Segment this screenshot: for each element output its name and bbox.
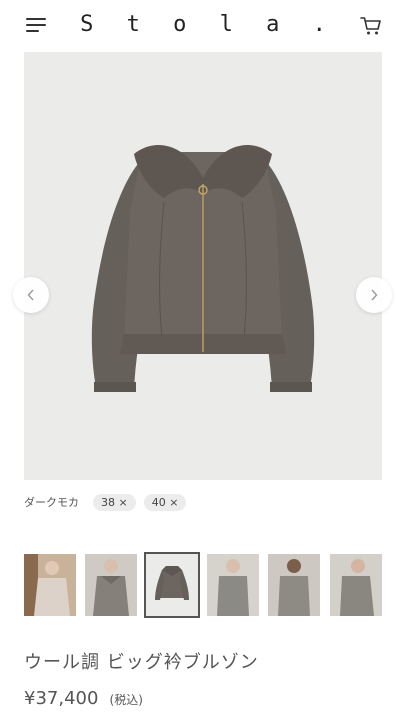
- chevron-right-icon: [371, 289, 378, 301]
- chevron-left-icon: [27, 289, 34, 301]
- price-row: ¥37,400 (税込): [24, 688, 143, 709]
- shopping-cart-icon[interactable]: [360, 16, 382, 36]
- variant-row: ダークモカ 38 × 40 ×: [24, 492, 194, 512]
- thumbnail-6[interactable]: [330, 554, 382, 616]
- thumbnail-1[interactable]: [24, 554, 76, 616]
- brand-logo[interactable]: S t o l a .: [0, 12, 406, 37]
- product-main-image[interactable]: [24, 52, 382, 480]
- thumbnail-5[interactable]: [268, 554, 320, 616]
- color-name: ダークモカ: [24, 496, 79, 509]
- size-chip-38[interactable]: 38 ×: [93, 493, 136, 511]
- thumbnail-2[interactable]: [85, 554, 137, 616]
- product-price: ¥37,400: [24, 688, 99, 709]
- gallery-next-button[interactable]: [356, 277, 392, 313]
- app-header: S t o l a .: [0, 0, 406, 52]
- gallery-prev-button[interactable]: [13, 277, 49, 313]
- product-name: ウール調 ビッグ衿ブルゾン: [24, 652, 259, 673]
- thumbnail-4[interactable]: [207, 554, 259, 616]
- thumbnail-strip: [24, 552, 382, 618]
- size-chip-40[interactable]: 40 ×: [143, 493, 187, 511]
- tax-label: (税込): [109, 693, 143, 707]
- thumbnail-3[interactable]: [144, 552, 200, 618]
